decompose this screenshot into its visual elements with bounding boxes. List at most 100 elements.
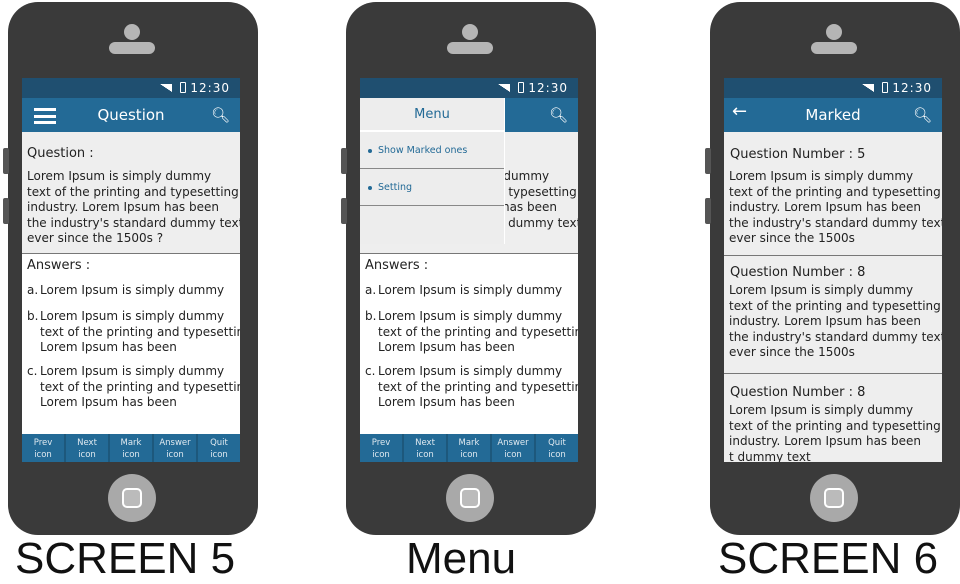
answer-text-line: Lorem Ipsum is simply dummy (40, 283, 225, 297)
menu-item[interactable]: Setting (360, 169, 504, 206)
question-heading: Question : (27, 146, 94, 161)
search-icon[interactable]: 🔍︎ (211, 98, 230, 132)
phone-screen: 12:30 ← Marked 🔍︎ Question Number : 5 Lore… (724, 78, 942, 462)
answer-text-line: Lorem Ipsum has been (40, 340, 177, 355)
marked-question-heading[interactable]: Question Number : 5 (730, 147, 865, 163)
question-text-line: text of the printing and typesetting (27, 184, 239, 199)
answer-text-line: Lorem Ipsum has been (40, 395, 177, 410)
caption-screen-6: SCREEN 6 (718, 534, 939, 583)
marked-question-text-line: t dummy text (729, 449, 811, 462)
volume-button (705, 148, 711, 174)
marked-question-heading[interactable]: Question Number : 8 (730, 265, 865, 281)
marked-question-text-line: ever since the 1500s (729, 231, 855, 246)
marked-question-text-line: ever since the 1500s (729, 345, 855, 360)
phone-screen: 12:30 Question 🔍︎Question :Lorem Ipsum i… (360, 78, 578, 462)
answer-letter: a. (27, 283, 39, 297)
camera (124, 24, 140, 40)
status-bar: 12:30 (724, 78, 942, 98)
signal-icon (862, 84, 874, 92)
marked-question-text-line: industry. Lorem Ipsum has been (729, 200, 921, 215)
answer-text-line: Lorem Ipsum is simply dummy (378, 309, 563, 323)
status-bar: 12:30 (22, 78, 240, 98)
nav-prev-button[interactable]: Prev icon (22, 434, 64, 462)
camera (462, 24, 478, 40)
answer-option[interactable]: c. (27, 364, 37, 380)
nav-quit-button[interactable]: Quit icon (536, 434, 578, 462)
marked-question-text-line: Lorem Ipsum is simply dummy (729, 169, 914, 183)
search-icon[interactable]: 🔍︎ (913, 98, 932, 132)
volume-button (341, 198, 347, 224)
answer-option[interactable]: b. (365, 309, 376, 325)
nav-answer-button[interactable]: Answer icon (492, 434, 534, 462)
clock: 12:30 (528, 81, 568, 95)
answer-letter: b. (365, 309, 377, 323)
nav-next-button[interactable]: Next icon (66, 434, 108, 462)
bottom-nav: Prev icon Next icon Mark icon Answer icon Quit ic… (360, 434, 578, 462)
answer-text-line: text of the printing and typesetting (378, 324, 578, 339)
nav-quit-button[interactable]: Quit icon (198, 434, 240, 462)
answer-letter: b. (27, 309, 39, 323)
answer-text-line: Lorem Ipsum is simply dummy (378, 283, 563, 297)
header-title: Question (97, 106, 165, 124)
volume-button (3, 148, 9, 174)
home-button[interactable] (810, 474, 858, 522)
back-arrow-icon[interactable]: ← (732, 95, 747, 129)
side-menu: Menu Show Marked ones Setting (360, 98, 505, 244)
answer-text-line: text of the printing and typesetting (378, 379, 578, 394)
question-text-line: Lorem Ipsum is simply dummy (27, 169, 212, 183)
camera (826, 24, 842, 40)
marked-question-heading[interactable]: Question Number : 8 (730, 385, 865, 401)
caption-menu: Menu (406, 534, 517, 583)
marked-question-text-line: industry. Lorem Ipsum has been (729, 434, 921, 449)
menu-item[interactable]: Show Marked ones (360, 132, 504, 169)
home-button[interactable] (446, 474, 494, 522)
question-text-line: ever since the 1500s ? (27, 231, 164, 246)
phone-screen-6: 12:30 ← Marked 🔍︎ Question Number : 5 Lore… (705, 2, 960, 535)
header-title: Marked (805, 106, 861, 124)
nav-next-button[interactable]: Next icon (404, 434, 446, 462)
bottom-nav: Prev icon Next icon Mark icon Answer icon Quit ic… (22, 434, 240, 462)
search-icon[interactable]: 🔍︎ (549, 98, 568, 132)
marked-question-text-line: text of the printing and typesetting (729, 298, 941, 313)
marked-question-text-line: text of the printing and typesetting (729, 184, 941, 199)
clock: 12:30 (892, 81, 932, 95)
answer-option[interactable]: a. (365, 283, 376, 299)
speaker (811, 42, 857, 54)
question-text-line: the industry's standard dummy text (27, 215, 240, 230)
home-button[interactable] (108, 474, 156, 522)
answer-text-line: Lorem Ipsum is simply dummy (40, 364, 225, 378)
marked-question-text-line: Lorem Ipsum is simply dummy (729, 283, 914, 297)
marked-question-text-line: the industry's standard dummy text (729, 215, 942, 230)
battery-icon (518, 82, 524, 93)
menu-title: Menu (360, 98, 504, 132)
bullet-icon (368, 148, 372, 153)
nav-answer-button[interactable]: Answer icon (154, 434, 196, 462)
answer-text-line: text of the printing and typesetting (40, 324, 240, 339)
volume-button (3, 198, 9, 224)
hamburger-menu-icon[interactable] (34, 108, 56, 124)
nav-mark-button[interactable]: Mark icon (448, 434, 490, 462)
speaker (447, 42, 493, 54)
nav-prev-button[interactable]: Prev icon (360, 434, 402, 462)
marked-question-text-line: the industry's standard dummy text (729, 329, 942, 344)
marked-question-text-line: industry. Lorem Ipsum has been (729, 314, 921, 329)
answer-letter: c. (27, 364, 38, 378)
marked-question-text-line: Lorem Ipsum is simply dummy (729, 403, 914, 417)
clock: 12:30 (190, 81, 230, 95)
marked-question-text-line: text of the printing and typesetting (729, 418, 941, 433)
nav-mark-button[interactable]: Mark icon (110, 434, 152, 462)
answer-letter: a. (365, 283, 377, 297)
app-header: ← Marked 🔍︎ (724, 98, 942, 132)
answer-option[interactable]: c. (365, 364, 375, 380)
caption-screen-5: SCREEN 5 (15, 534, 236, 583)
signal-icon (498, 84, 510, 92)
bullet-icon (368, 185, 372, 190)
question-text-line: industry. Lorem Ipsum has been (27, 200, 219, 215)
answer-option[interactable]: a. (27, 283, 38, 299)
phone-menu: 12:30 Question 🔍︎Question :Lorem Ipsum i… (341, 2, 596, 535)
answer-text-line: Lorem Ipsum is simply dummy (378, 364, 563, 378)
answer-text-line: Lorem Ipsum is simply dummy (40, 309, 225, 323)
answers-heading: Answers : (365, 258, 429, 273)
answers-heading: Answers : (27, 258, 91, 273)
answer-option[interactable]: b. (27, 309, 38, 325)
